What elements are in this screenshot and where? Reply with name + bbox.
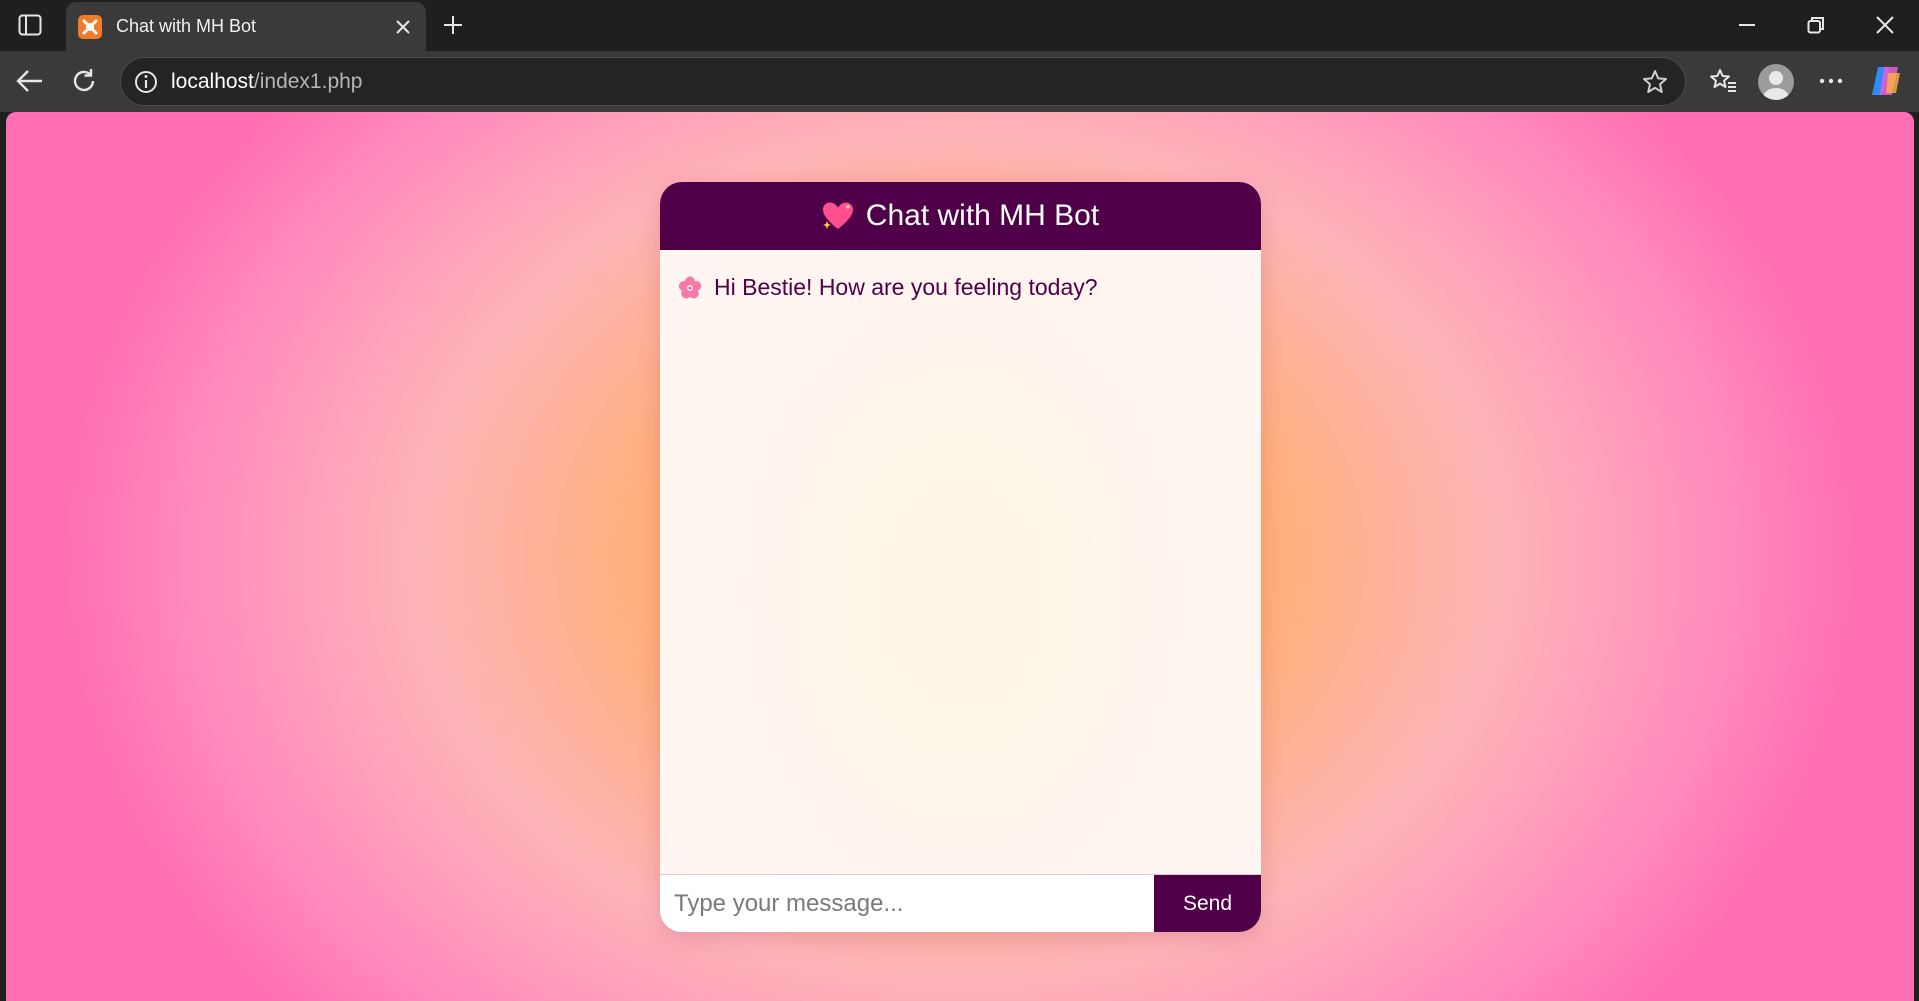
chat-input-row: Send bbox=[660, 874, 1261, 932]
url-text[interactable]: localhost/index1.php bbox=[171, 70, 1637, 94]
tab-bar: Chat with MH Bot bbox=[0, 0, 1919, 51]
sparkling-heart-icon bbox=[822, 201, 854, 231]
bot-message-text: Hi Bestie! How are you feeling today? bbox=[714, 274, 1098, 300]
chat-window: Chat with MH Bot Hi Bestie! How are you … bbox=[660, 182, 1261, 932]
url-path: /index1.php bbox=[253, 69, 363, 93]
copilot-icon[interactable] bbox=[1868, 63, 1904, 99]
close-window-icon[interactable] bbox=[1865, 8, 1905, 42]
tab-sidebar-icon[interactable] bbox=[14, 11, 46, 39]
close-tab-icon[interactable] bbox=[388, 12, 418, 42]
chat-title: Chat with MH Bot bbox=[865, 199, 1100, 232]
minimize-icon[interactable] bbox=[1727, 8, 1767, 42]
browser-toolbar: localhost/index1.php bbox=[0, 51, 1919, 112]
message-input[interactable] bbox=[660, 875, 1154, 932]
new-tab-plus-icon[interactable] bbox=[438, 10, 468, 40]
tab-title: Chat with MH Bot bbox=[116, 16, 257, 36]
restore-icon[interactable] bbox=[1796, 8, 1836, 42]
reload-icon[interactable] bbox=[64, 61, 104, 101]
message-list: Hi Bestie! How are you feeling today? bbox=[660, 250, 1261, 874]
site-info-icon[interactable] bbox=[131, 67, 161, 97]
chat-header: Chat with MH Bot bbox=[660, 182, 1261, 250]
send-button[interactable]: Send bbox=[1154, 875, 1261, 932]
page-viewport: Chat with MH Bot Hi Bestie! How are you … bbox=[6, 112, 1914, 1001]
xampp-icon bbox=[78, 14, 102, 39]
active-tab[interactable]: Chat with MH Bot bbox=[66, 2, 426, 51]
address-bar[interactable]: localhost/index1.php bbox=[120, 57, 1686, 106]
profile-icon[interactable] bbox=[1758, 64, 1794, 100]
favorites-icon[interactable] bbox=[1703, 61, 1743, 101]
back-arrow-icon[interactable] bbox=[10, 61, 50, 101]
url-host: localhost bbox=[171, 69, 254, 93]
cherry-blossom-icon bbox=[678, 276, 702, 300]
bot-message: Hi Bestie! How are you feeling today? bbox=[678, 274, 1243, 301]
more-icon[interactable] bbox=[1811, 61, 1851, 101]
star-icon[interactable] bbox=[1637, 64, 1673, 100]
